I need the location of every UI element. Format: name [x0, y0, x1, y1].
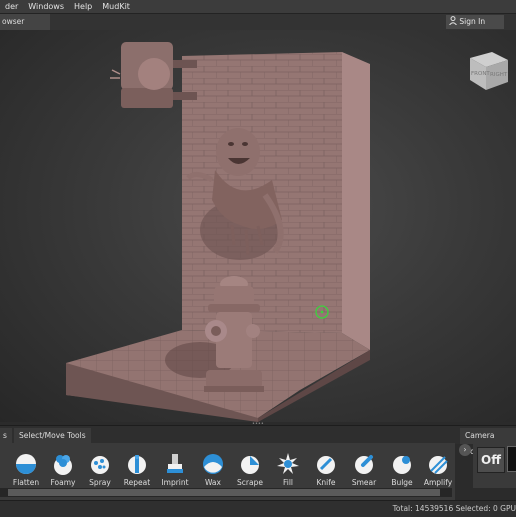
tool-flatten[interactable]: Flatten [8, 447, 44, 493]
tool-fill[interactable]: Fill [270, 447, 306, 493]
spray-icon [91, 456, 109, 474]
foamy-icon [54, 455, 72, 475]
tab-select-move-tools[interactable]: Select/Move Tools [14, 428, 91, 444]
sign-in-label: Sign In [459, 17, 486, 26]
imprint-icon [167, 454, 183, 473]
camera-bookmark-thumbnail[interactable] [507, 446, 516, 472]
wall-side [342, 52, 370, 350]
tool-label: Imprint [161, 478, 189, 487]
amplify-icon [429, 456, 448, 474]
bulge-icon [393, 456, 411, 474]
fill-icon [277, 453, 299, 474]
tool-label: Smear [351, 478, 377, 487]
user-icon [449, 16, 457, 26]
tool-label: Bulge [391, 478, 413, 487]
cube-front-label: FRONT [471, 71, 490, 77]
view-cube[interactable]: FRONT RIGHT [464, 48, 512, 94]
tool-label: Scrape [237, 478, 263, 487]
tool-wax[interactable]: Wax [195, 447, 231, 493]
flatten-icon [16, 454, 36, 474]
tab-previous[interactable]: s [0, 428, 12, 444]
tool-amplify[interactable]: Amplify [420, 447, 456, 493]
tool-label: Fill [282, 478, 294, 487]
tool-label: Knife [316, 478, 336, 487]
tool-label: Foamy [50, 478, 76, 487]
tool-imprint[interactable]: Imprint [157, 447, 193, 493]
smear-icon [355, 455, 373, 474]
tool-label: Spray [89, 478, 111, 487]
sculpt-scene [66, 42, 370, 422]
menu-item-render[interactable]: der [0, 2, 23, 11]
wax-icon [203, 454, 223, 474]
tab-bar: owser Sign In [0, 14, 516, 30]
tool-spray[interactable]: Spray [82, 447, 118, 493]
tool-bulge[interactable]: Bulge [384, 447, 420, 493]
tool-foamy[interactable]: Foamy [45, 447, 81, 493]
viewport-3d[interactable]: FRONT RIGHT [0, 30, 516, 422]
menu-item-help[interactable]: Help [69, 2, 97, 11]
panel-splitter-grip[interactable]: •••• [252, 421, 266, 427]
tool-label: Repeat [123, 478, 151, 487]
tool-label: Flatten [12, 478, 40, 487]
tool-smear[interactable]: Smear [346, 447, 382, 493]
tab-browser[interactable]: owser [0, 14, 50, 30]
menu-item-windows[interactable]: Windows [23, 2, 69, 11]
tool-tray-scroll-thumb[interactable] [8, 489, 440, 496]
tool-repeat[interactable]: Repeat [119, 447, 155, 493]
tool-tray-scrollbar[interactable] [0, 488, 452, 497]
tool-knife[interactable]: Knife [308, 447, 344, 493]
repeat-icon [128, 455, 146, 474]
status-bar: Total: 14539516 Selected: 0 GPU [0, 500, 516, 517]
tab-camera-bookmarks[interactable]: Camera Bookma [460, 428, 516, 456]
menu-item-mudkit[interactable]: MudKit [97, 2, 135, 11]
scrape-icon [241, 456, 259, 474]
camera-off-button[interactable]: Off [477, 447, 505, 473]
sign-in-button[interactable]: Sign In [446, 15, 504, 29]
status-text: Total: 14539516 Selected: 0 GPU [392, 504, 516, 513]
tray-next-arrow-icon[interactable]: › [459, 444, 471, 456]
menu-bar: der Windows Help MudKit [0, 0, 516, 14]
knife-icon [317, 456, 335, 474]
tool-label: Wax [205, 478, 221, 487]
tray-tab-bar: s Select/Move Tools Camera Bookma [0, 425, 516, 456]
cube-right-label: RIGHT [490, 72, 508, 78]
tool-label: Amplify [423, 478, 453, 487]
tool-scrape[interactable]: Scrape [232, 447, 268, 493]
